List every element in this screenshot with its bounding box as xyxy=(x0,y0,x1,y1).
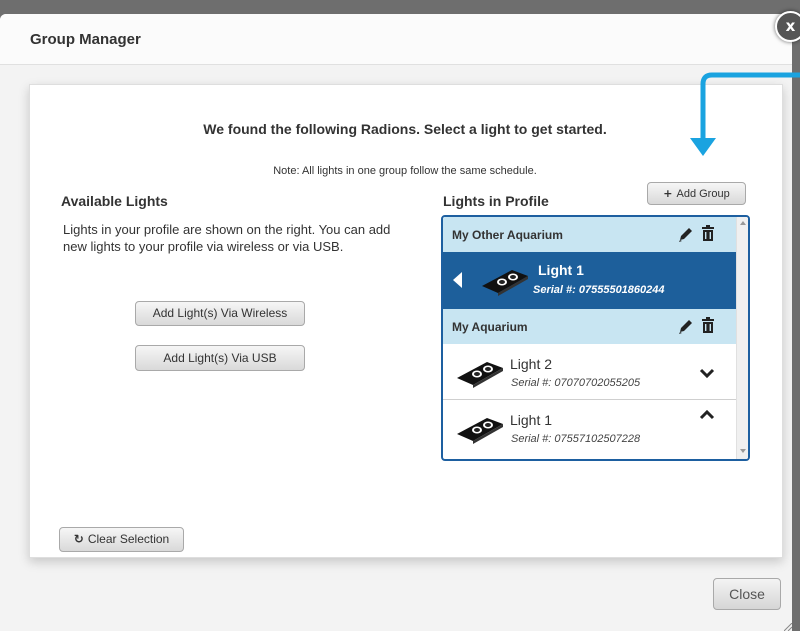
available-lights-description: Lights in your profile are shown on the … xyxy=(63,222,391,254)
scroll-up-icon[interactable] xyxy=(740,221,746,225)
light-serial: Serial #: 07555501860244 xyxy=(533,284,665,296)
clear-selection-label: Clear Selection xyxy=(87,532,170,546)
page-headline: We found the following Radions. Select a… xyxy=(203,121,607,137)
add-group-label: Add Group xyxy=(676,188,730,200)
chevron-up-icon[interactable] xyxy=(699,408,715,420)
add-via-usb-button[interactable]: Add Light(s) Via USB xyxy=(135,345,305,371)
close-button[interactable]: Close xyxy=(713,578,781,610)
light-row-selected[interactable]: Light 1 Serial #: 07555501860244 xyxy=(443,252,736,309)
plus-icon: + xyxy=(663,187,673,200)
chevron-down-icon[interactable] xyxy=(699,368,715,380)
trash-icon[interactable] xyxy=(701,224,715,244)
group-header-my-aquarium[interactable]: My Aquarium xyxy=(443,309,736,344)
dialog-title: Group Manager xyxy=(30,31,141,48)
dialog-titlebar: Group Manager xyxy=(0,14,792,65)
refresh-icon: ↻ xyxy=(73,532,84,546)
group-name: My Aquarium xyxy=(452,320,528,334)
add-group-button[interactable]: + Add Group xyxy=(647,182,746,205)
resize-grip-icon[interactable] xyxy=(784,623,792,631)
group-header-my-other-aquarium[interactable]: My Other Aquarium xyxy=(443,217,736,252)
trash-icon[interactable] xyxy=(701,316,715,336)
light-name: Light 1 xyxy=(538,262,584,278)
lights-in-profile-heading: Lights in Profile xyxy=(443,193,549,209)
light-row[interactable]: Light 2 Serial #: 07070702055205 xyxy=(443,344,736,399)
light-serial: Serial #: 07070702055205 xyxy=(511,377,641,389)
group-note: Note: All lights in one group follow the… xyxy=(273,165,537,177)
radion-light-icon xyxy=(457,362,503,388)
pencil-icon[interactable] xyxy=(677,316,693,336)
radion-light-icon xyxy=(482,270,528,296)
light-name: Light 2 xyxy=(510,356,553,372)
pencil-icon[interactable] xyxy=(677,224,693,244)
clear-selection-button[interactable]: ↻ Clear Selection xyxy=(59,527,184,552)
light-row[interactable]: Light 1 Serial #: 07557102507228 xyxy=(443,400,736,455)
group-manager-dialog: Group Manager We found the following Rad… xyxy=(0,14,792,631)
scroll-down-icon[interactable] xyxy=(740,449,746,453)
close-x-icon[interactable]: x xyxy=(775,11,800,42)
profile-list: My Other Aquarium Light 1 Serial #: 0755… xyxy=(441,215,750,461)
content-panel: We found the following Radions. Select a… xyxy=(29,84,783,558)
group-name: My Other Aquarium xyxy=(452,228,563,242)
light-name: Light 1 xyxy=(510,412,553,428)
radion-light-icon xyxy=(457,418,503,444)
available-lights-heading: Available Lights xyxy=(61,193,168,209)
collapse-arrow-icon[interactable] xyxy=(453,272,462,288)
add-via-wireless-button[interactable]: Add Light(s) Via Wireless xyxy=(135,301,305,326)
light-serial: Serial #: 07557102507228 xyxy=(511,433,641,445)
profile-scrollbar[interactable] xyxy=(736,217,748,459)
